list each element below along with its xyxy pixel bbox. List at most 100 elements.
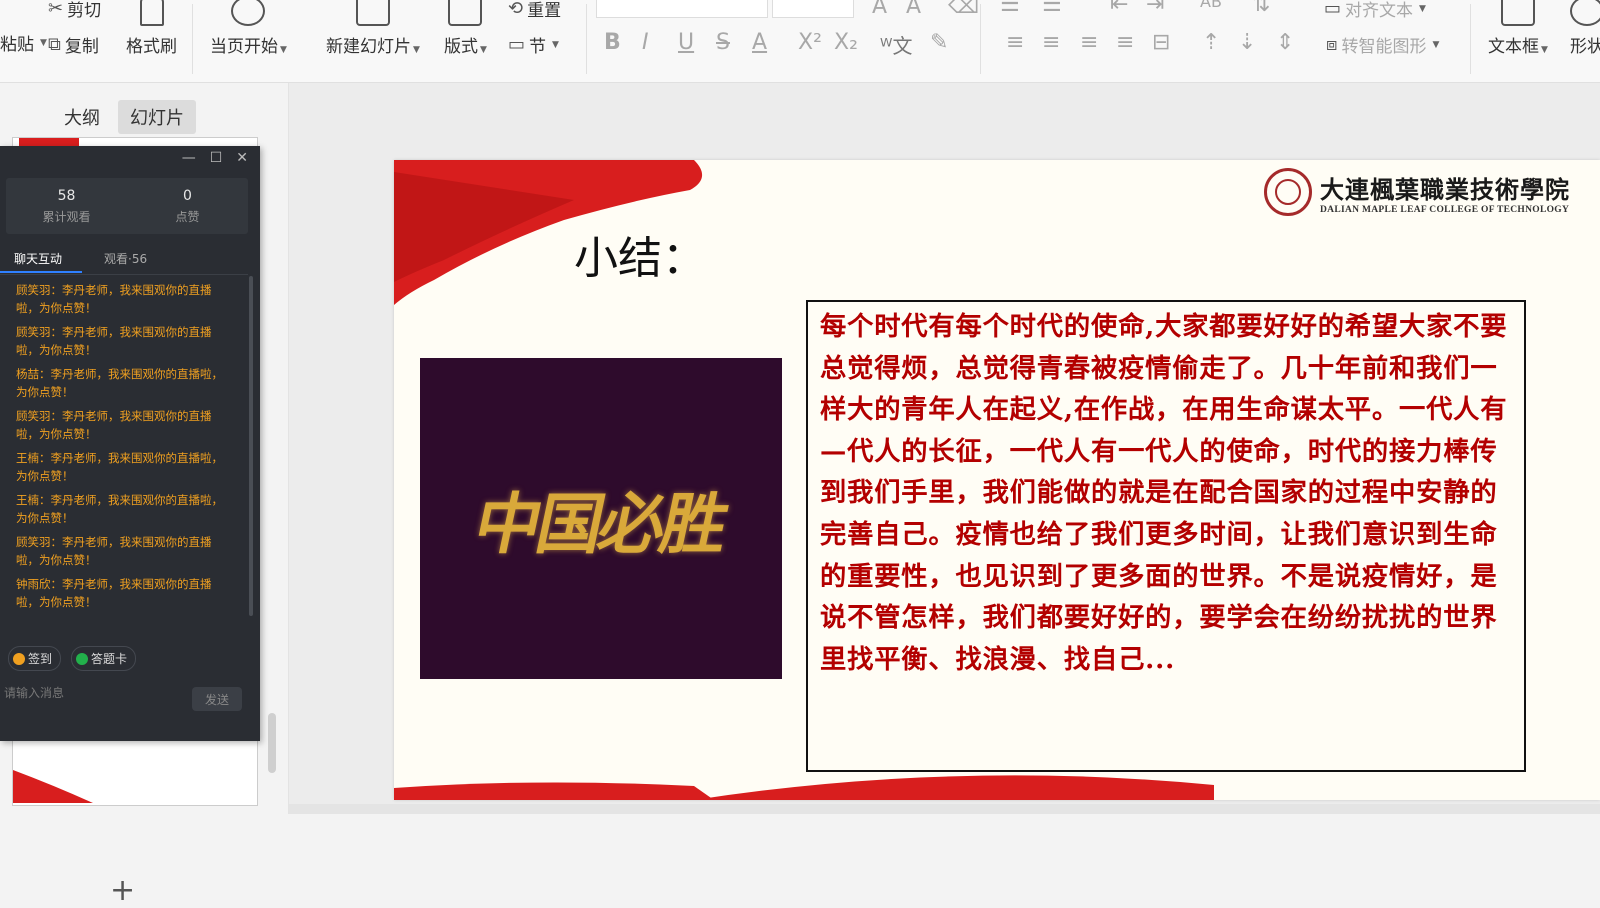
- justify-icon[interactable]: ≡: [1116, 30, 1134, 55]
- reset-button[interactable]: ⟲ 重置: [508, 0, 561, 21]
- cut-button[interactable]: ✂ 剪切: [48, 0, 101, 21]
- answer-card-icon: [76, 652, 89, 665]
- summary-text: 每个时代有每个时代的使命,大家都要好好的希望大家不要总觉得烦，总觉得青春被疫情偷…: [820, 311, 1508, 675]
- window-controls: — ☐ ✕: [182, 150, 248, 166]
- bold-icon[interactable]: B: [604, 30, 621, 55]
- paste-label: 粘贴: [0, 35, 34, 55]
- tab-outline[interactable]: 大纲: [52, 100, 112, 134]
- slide-canvas[interactable]: 小结： 大連楓葉職業技術學院 DALIAN MAPLE LEAF COLLEGE…: [394, 160, 1600, 800]
- live-tabs: 聊天互动 观看·56: [0, 242, 248, 275]
- underline-icon[interactable]: U: [678, 30, 694, 55]
- copy-label: 复制: [64, 37, 99, 57]
- align-center-icon[interactable]: ≡: [1042, 30, 1060, 55]
- layout-label: 版式: [444, 37, 478, 57]
- tab-slides[interactable]: 幻灯片: [118, 100, 196, 134]
- sidebar-tabs: 大纲 幻灯片: [52, 100, 196, 134]
- chat-message: 王楠：李丹老师，我来围观你的直播啦，为你点赞！: [16, 451, 223, 483]
- close-icon[interactable]: ✕: [236, 150, 248, 166]
- scissors-icon: ✂: [48, 0, 64, 19]
- align-text-icon: ▭: [1324, 0, 1342, 19]
- add-slide-icon[interactable]: +: [110, 873, 135, 908]
- summary-text-box[interactable]: 每个时代有每个时代的使命,大家都要好好的希望大家不要总觉得烦，总觉得青春被疫情偷…: [806, 300, 1526, 772]
- copy-icon: ⧉: [48, 34, 61, 55]
- checkin-button[interactable]: 签到: [8, 646, 62, 671]
- smartart-icon: ⧈: [1326, 34, 1338, 55]
- chat-message: 钟雨欣：李丹老师，我来围观你的直播啦，为你点赞！: [16, 577, 212, 609]
- play-from-current-button[interactable]: 当页开始 ▼: [210, 0, 287, 57]
- highlight-icon[interactable]: ✎: [930, 30, 948, 55]
- font-family-select[interactable]: [596, 0, 768, 18]
- maximize-icon[interactable]: ☐: [210, 150, 223, 166]
- shape-icon: [1570, 0, 1600, 26]
- decrease-font-icon[interactable]: A: [906, 0, 921, 19]
- font-size-select[interactable]: [772, 0, 854, 18]
- phonetic-guide-icon[interactable]: ᵂ文: [880, 30, 912, 59]
- increase-font-icon[interactable]: A: [872, 0, 887, 19]
- likes-label: 点赞: [175, 209, 200, 224]
- play-icon: [231, 0, 266, 26]
- play-from-current-label: 当页开始: [210, 37, 278, 57]
- subscript-icon[interactable]: X₂: [834, 30, 858, 55]
- superscript-icon[interactable]: X²: [798, 30, 822, 55]
- convert-smartart-button[interactable]: ⧈ 转智能图形 ▼: [1326, 32, 1439, 57]
- strikethrough-icon[interactable]: S: [716, 30, 730, 55]
- chat-message: 杨喆：李丹老师，我来围观你的直播啦，为你点赞！: [16, 367, 223, 399]
- decrease-indent-icon[interactable]: ⇤: [1110, 0, 1128, 17]
- minimize-icon[interactable]: —: [182, 150, 196, 166]
- increase-indent-icon[interactable]: ⇥: [1146, 0, 1164, 17]
- align-text-button[interactable]: ▭ 对齐文本 ▼: [1324, 0, 1426, 21]
- chevron-down-icon: ▼: [40, 37, 47, 48]
- section-label: 节: [529, 37, 547, 57]
- chat-message: 顾笑羽：李丹老师，我来围观你的直播啦，为你点赞！: [16, 325, 212, 357]
- likes-count: 0: [183, 187, 192, 204]
- layout-button[interactable]: 版式 ▼: [444, 0, 487, 57]
- college-logo: 大連楓葉職業技術學院 DALIAN MAPLE LEAF COLLEGE OF …: [1264, 168, 1570, 216]
- line-spacing-icon[interactable]: ⇅: [1252, 0, 1270, 17]
- chat-scrollbar[interactable]: [249, 276, 253, 616]
- notes-bar: [289, 804, 1600, 814]
- chat-input[interactable]: 请输入消息: [4, 684, 64, 701]
- chat-message: 顾笑羽：李丹老师，我来围观你的直播啦，为你点赞！: [16, 409, 212, 441]
- text-direction-icon[interactable]: AB: [1200, 0, 1222, 11]
- format-painter-button[interactable]: 格式刷: [126, 0, 177, 57]
- align-text-label: 对齐文本: [1345, 1, 1414, 21]
- tab-watch[interactable]: 观看·56: [104, 250, 147, 267]
- tab-chat[interactable]: 聊天互动: [14, 250, 62, 267]
- answer-card-button[interactable]: 答题卡: [71, 646, 137, 671]
- sidebar-scrollbar[interactable]: [268, 713, 276, 773]
- bullet-list-icon[interactable]: ☰: [1000, 0, 1020, 17]
- logo-english-name: DALIAN MAPLE LEAF COLLEGE OF TECHNOLOGY: [1320, 204, 1570, 215]
- paragraph-spacing-icon[interactable]: ⇕: [1276, 30, 1294, 55]
- distribute-icon[interactable]: ⊟: [1152, 30, 1170, 55]
- views-count: 58: [57, 187, 76, 204]
- calligraphy-image[interactable]: 中国必胜: [420, 358, 782, 679]
- send-button[interactable]: 发送: [192, 687, 242, 711]
- paste-button[interactable]: 粘贴 ▼: [0, 30, 47, 55]
- checkin-icon: [13, 652, 25, 665]
- text-box-button[interactable]: 文本框 ▼: [1488, 0, 1548, 57]
- align-left-icon[interactable]: ≡: [1006, 30, 1024, 55]
- college-seal-icon: [1264, 168, 1312, 216]
- calligraphy-caption: 中国必胜: [467, 484, 733, 563]
- copy-button[interactable]: ⧉ 复制: [48, 32, 99, 57]
- section-button[interactable]: ▭ 节 ▼: [508, 32, 559, 57]
- numbered-list-icon[interactable]: ☰: [1042, 0, 1062, 17]
- font-color-icon[interactable]: A: [752, 30, 767, 55]
- line-spacing-down-icon[interactable]: ⇣: [1238, 30, 1256, 55]
- new-slide-button[interactable]: 新建幻灯片 ▼: [326, 0, 420, 57]
- cut-label: 剪切: [67, 1, 102, 21]
- reset-label: 重置: [527, 1, 562, 21]
- chat-message: 顾笑羽：李丹老师，我来围观你的直播啦，为你点赞！: [16, 535, 212, 567]
- slide-title[interactable]: 小结：: [574, 222, 706, 286]
- italic-icon[interactable]: I: [642, 30, 649, 55]
- shape-button[interactable]: 形状: [1570, 0, 1600, 57]
- line-spacing-up-icon[interactable]: ⇡: [1202, 30, 1220, 55]
- align-right-icon[interactable]: ≡: [1080, 30, 1098, 55]
- eraser-icon[interactable]: ⌫: [948, 0, 979, 19]
- chat-message: 王楠：李丹老师，我来围观你的直播啦，为你点赞！: [16, 493, 223, 525]
- ribbon-toolbar: 粘贴 ▼ ✂ 剪切 ⧉ 复制 格式刷 当页开始 ▼ 新建幻灯片 ▼ 版式 ▼ ⟲ 重置 ▭ 节 ▼…: [0, 0, 1600, 83]
- views-label: 累计观看: [42, 209, 91, 224]
- live-stats: 58 累计观看 0 点赞: [6, 178, 248, 234]
- section-icon: ▭: [508, 34, 526, 55]
- answer-card-label: 答题卡: [91, 652, 128, 666]
